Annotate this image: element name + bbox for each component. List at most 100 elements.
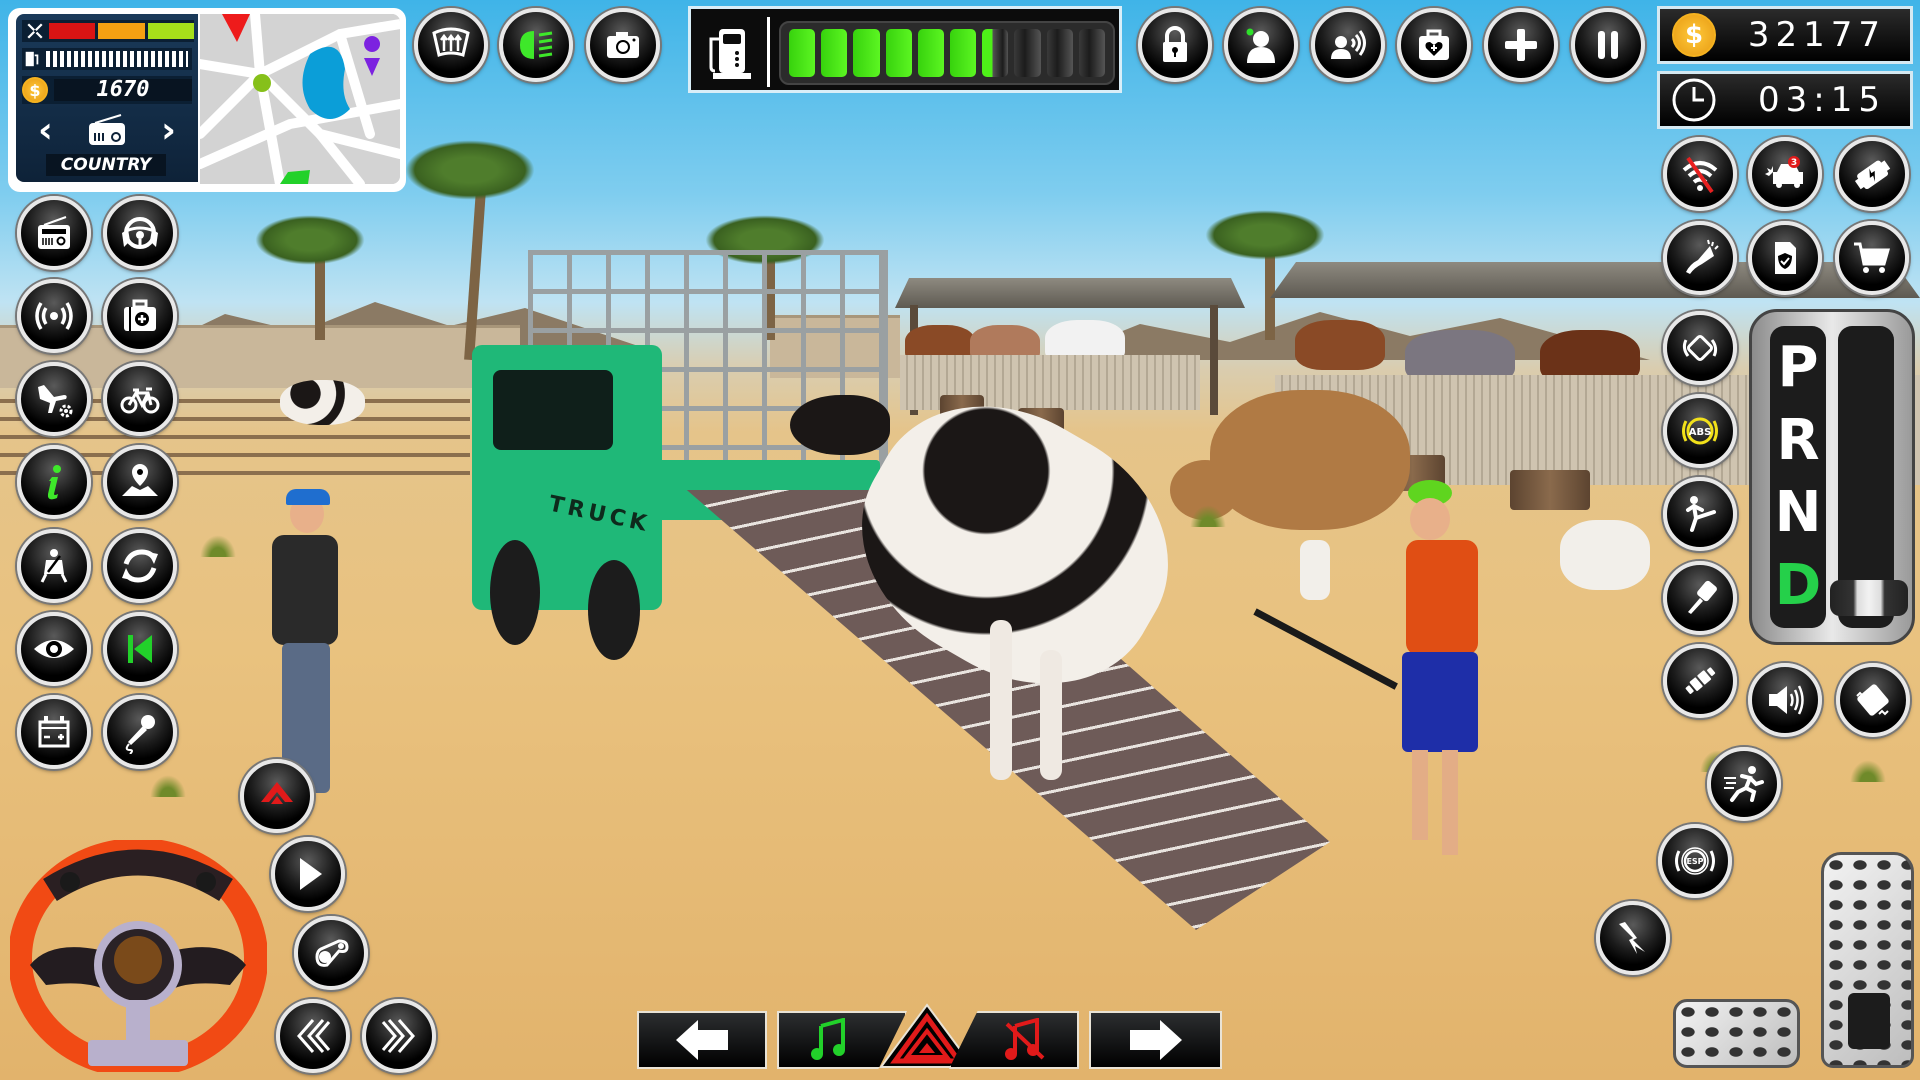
pause-button[interactable]: [1571, 8, 1645, 82]
shop-button[interactable]: [1835, 221, 1909, 295]
headlights-button[interactable]: [499, 8, 573, 82]
fuel-segment: [982, 29, 1009, 77]
add-button[interactable]: [1484, 8, 1558, 82]
medical-bag-icon: [1419, 29, 1449, 60]
truck-wheel: [490, 540, 540, 645]
airplane-settings-button[interactable]: [17, 362, 91, 436]
abs-button[interactable]: ABS: [1663, 394, 1737, 468]
engine-button[interactable]: [1835, 137, 1909, 211]
seatbelt-buckle-button[interactable]: [1663, 644, 1737, 718]
defrost-button[interactable]: [414, 8, 488, 82]
medkit-button[interactable]: [1397, 8, 1471, 82]
microphone-button[interactable]: [103, 695, 177, 769]
gear-option-n[interactable]: N: [1775, 483, 1822, 543]
steering-wheel[interactable]: [10, 840, 267, 1072]
steer-right-button[interactable]: [362, 999, 436, 1073]
left-indicator-button[interactable]: [637, 1011, 767, 1069]
gear-option-r[interactable]: R: [1776, 410, 1819, 471]
first-aid-button[interactable]: [103, 279, 177, 353]
accelerator-pedal[interactable]: [1821, 852, 1914, 1068]
gear-option-d[interactable]: D: [1775, 555, 1821, 616]
right-indicator-button[interactable]: [1089, 1011, 1222, 1069]
toggle-button[interactable]: [294, 916, 368, 990]
tools-icon: [27, 23, 43, 39]
radio-prev-button[interactable]: ‹: [38, 110, 53, 151]
truck-wheel: [588, 560, 640, 660]
restart-button[interactable]: [103, 612, 177, 686]
map-pin-icon: [122, 464, 158, 496]
stable-post: [1210, 305, 1218, 415]
gear-shifter[interactable]: PRND: [1749, 309, 1915, 645]
palm-leaves: [255, 215, 365, 265]
seatbelt-icon: [40, 549, 68, 583]
pedal-pad: [1848, 993, 1890, 1049]
ticket-button[interactable]: [1836, 663, 1910, 737]
lamb: [1300, 540, 1330, 600]
reset-button[interactable]: [103, 529, 177, 603]
brake-pedal[interactable]: [1673, 999, 1800, 1068]
steer-left-button[interactable]: [276, 999, 350, 1073]
abs-icon: ABS: [1682, 417, 1718, 445]
stable-roof: [1270, 262, 1920, 298]
first-aid-kit-icon: [124, 299, 156, 331]
mini-fuel-meter: [22, 48, 192, 70]
sprint-button[interactable]: [1707, 747, 1781, 821]
radio-next-button[interactable]: ›: [161, 110, 176, 151]
coin-icon: $: [22, 77, 48, 103]
fuel-segment: [853, 29, 880, 77]
map-location-button[interactable]: [103, 445, 177, 519]
play-button[interactable]: [271, 837, 345, 911]
damage-segment: [49, 23, 96, 39]
broadcast-icon: [35, 302, 73, 330]
insurance-button[interactable]: [1748, 221, 1822, 295]
horn-button[interactable]: [1663, 221, 1737, 295]
gear-option-p[interactable]: P: [1777, 338, 1818, 398]
steering-mode-button[interactable]: [103, 196, 177, 270]
camera-icon: [607, 32, 639, 58]
camera-button[interactable]: [586, 8, 660, 82]
toggle-icon: [315, 939, 349, 967]
bicycle-button[interactable]: [103, 362, 177, 436]
fuel-segment: [1078, 29, 1106, 77]
ticket-icon: [1856, 684, 1889, 716]
view-button[interactable]: [17, 612, 91, 686]
sound-button[interactable]: [1748, 663, 1822, 737]
plus-icon: [1505, 29, 1537, 61]
rotate-camera-button[interactable]: [1663, 311, 1737, 385]
palm-leaves: [405, 140, 535, 200]
warning-triangle-icon: [261, 782, 293, 804]
fuel-ticks: [46, 51, 188, 67]
radio-button[interactable]: [17, 196, 91, 270]
status-dot: [1246, 28, 1254, 36]
grass-tuft: [200, 535, 236, 557]
timer-display: 03:15: [1657, 71, 1913, 129]
passenger-button[interactable]: [1224, 8, 1298, 82]
no-wifi-button[interactable]: [1663, 137, 1737, 211]
seatbelt-button[interactable]: [17, 529, 91, 603]
warning-button[interactable]: [240, 759, 314, 833]
minimap[interactable]: [200, 14, 400, 184]
crash-button[interactable]: 3: [1748, 137, 1822, 211]
refresh-icon: [122, 549, 158, 583]
radio-icon: [88, 114, 125, 145]
esp-button[interactable]: ESP: [1658, 824, 1732, 898]
fuel-segment: [917, 29, 945, 77]
nitro-button[interactable]: [1596, 901, 1670, 975]
skip-back-icon: [128, 635, 152, 663]
info-button[interactable]: [17, 445, 91, 519]
speaker-icon: [1769, 685, 1804, 715]
gear-lever-handle[interactable]: [1830, 580, 1908, 616]
herding-stick: [1253, 608, 1398, 690]
kick-button[interactable]: [1663, 477, 1737, 551]
distant-cow: [280, 380, 365, 425]
key-button[interactable]: [1663, 561, 1737, 635]
battery-button[interactable]: [17, 695, 91, 769]
windshield-defrost-icon: [432, 27, 470, 57]
hazard-signal-button[interactable]: [17, 279, 91, 353]
airplane-gear-icon: [38, 385, 73, 418]
total-coins-display: $ 32177: [1657, 6, 1913, 64]
total-coins-value: 32177: [1747, 15, 1886, 55]
voice-button[interactable]: [1311, 8, 1385, 82]
lock-button[interactable]: [1138, 8, 1212, 82]
wifi-off-icon: [1682, 156, 1718, 194]
